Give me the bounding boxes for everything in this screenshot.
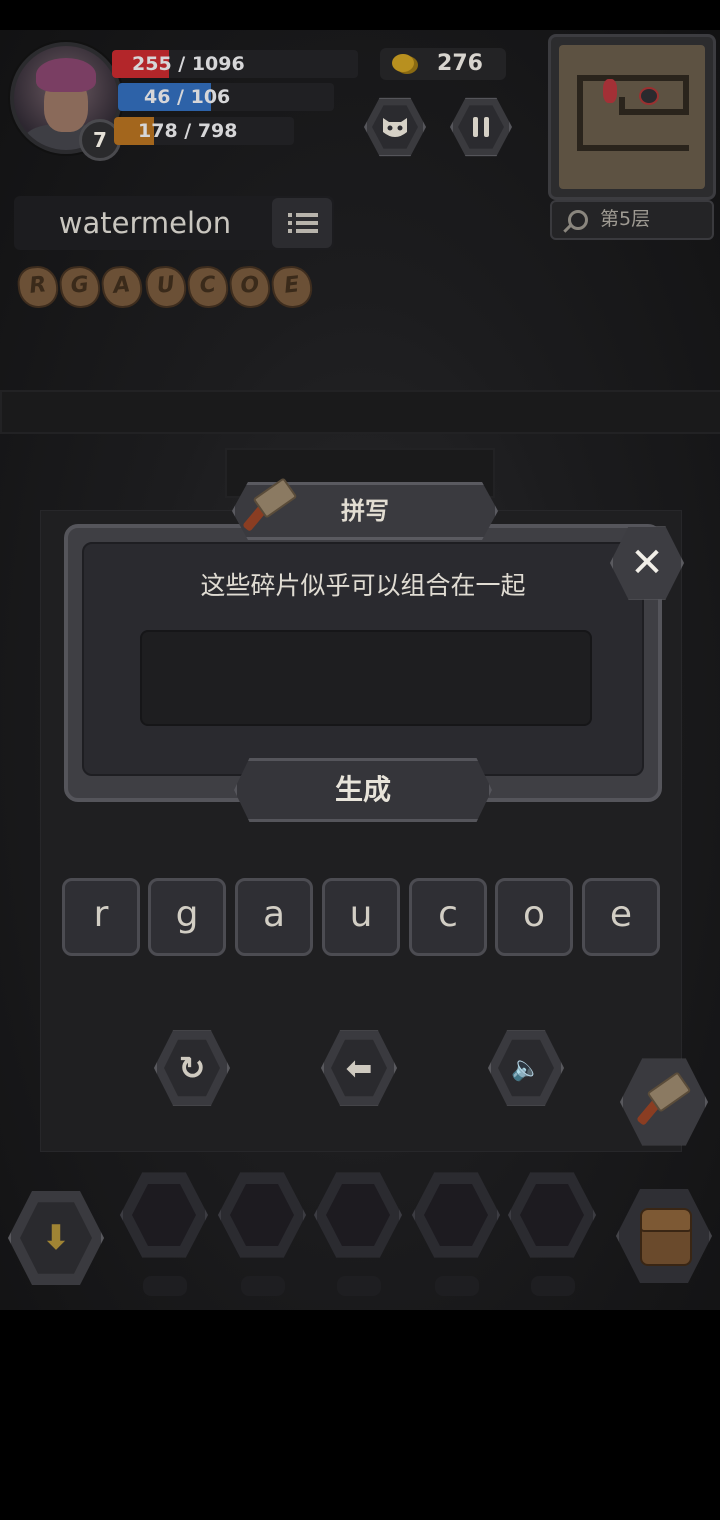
letter-shard: O bbox=[227, 264, 273, 310]
slot-tab bbox=[531, 1276, 575, 1296]
letter-tile-g[interactable]: g bbox=[148, 878, 226, 956]
letter-tile-r[interactable]: r bbox=[62, 878, 140, 956]
gold-value: 276 bbox=[437, 51, 483, 76]
pause-button[interactable] bbox=[450, 96, 512, 158]
mp-value: 46 / 106 bbox=[144, 86, 231, 108]
minimap-wall bbox=[577, 145, 689, 151]
minimap[interactable] bbox=[548, 34, 716, 200]
target-word: watermelon bbox=[58, 206, 232, 240]
inventory-button[interactable] bbox=[616, 1186, 712, 1286]
dungeon-wall bbox=[0, 390, 720, 434]
letter-tile-u[interactable]: u bbox=[322, 878, 400, 956]
spelling-input[interactable] bbox=[140, 630, 592, 726]
minimap-wall bbox=[577, 75, 583, 151]
pet-face-icon bbox=[383, 118, 407, 137]
arrow-down-icon: ⬇ bbox=[41, 1218, 71, 1258]
letter-shard: R bbox=[15, 264, 61, 310]
letter-shard: C bbox=[185, 264, 231, 310]
slot-tab bbox=[143, 1276, 187, 1296]
minimap-enemy-marker bbox=[639, 87, 659, 105]
xp-bar: 178 / 798 bbox=[114, 117, 294, 145]
gold-counter: 276 bbox=[380, 48, 506, 80]
hp-value: 255 / 1096 bbox=[132, 53, 245, 75]
hammer-icon bbox=[242, 477, 298, 532]
slot-tab bbox=[435, 1276, 479, 1296]
descend-button[interactable]: ⬇ bbox=[8, 1188, 104, 1288]
letter-shard: E bbox=[269, 264, 315, 310]
status-bar bbox=[0, 0, 720, 30]
slot-tab bbox=[241, 1276, 285, 1296]
minimap-player-marker bbox=[603, 79, 617, 103]
portrait-hair bbox=[36, 58, 96, 92]
minimap-view bbox=[559, 45, 705, 189]
gold-coin-icon bbox=[392, 54, 414, 72]
floor-indicator[interactable]: 第5层 bbox=[550, 200, 714, 240]
close-button[interactable]: ✕ bbox=[610, 524, 684, 602]
minimap-wall bbox=[619, 109, 689, 115]
hammer-icon bbox=[636, 1071, 692, 1126]
generate-button[interactable]: 生成 bbox=[234, 758, 492, 822]
search-icon bbox=[568, 210, 588, 230]
pause-icon bbox=[473, 117, 489, 137]
item-slot-4[interactable] bbox=[412, 1170, 500, 1260]
letter-tile-o[interactable]: o bbox=[495, 878, 573, 956]
minimap-wall bbox=[577, 75, 689, 81]
reset-button[interactable]: ↻ bbox=[154, 1028, 230, 1108]
dialog-message: 这些碎片似乎可以组合在一起 bbox=[200, 571, 526, 600]
floor-label: 第5层 bbox=[600, 208, 651, 230]
item-slot-1[interactable] bbox=[120, 1170, 208, 1260]
item-slot-3[interactable] bbox=[314, 1170, 402, 1260]
letter-shard: U bbox=[143, 264, 189, 310]
word-list-button[interactable] bbox=[272, 198, 332, 248]
craft-button[interactable] bbox=[620, 1056, 708, 1148]
arrow-left-icon: ⬅ bbox=[345, 1049, 373, 1087]
minimap-wall bbox=[619, 97, 625, 115]
hp-bar: 255 / 1096 bbox=[112, 50, 358, 78]
letter-tile-e[interactable]: e bbox=[582, 878, 660, 956]
list-icon bbox=[288, 213, 318, 233]
slot-tab bbox=[337, 1276, 381, 1296]
sound-button[interactable]: 🔈 bbox=[488, 1028, 564, 1108]
letter-tile-a[interactable]: a bbox=[235, 878, 313, 956]
game-screen: 7 255 / 1096 46 / 106 178 / 798 276 第5层 … bbox=[0, 30, 720, 1310]
generate-label: 生成 bbox=[334, 773, 391, 806]
letter-tile-c[interactable]: c bbox=[409, 878, 487, 956]
navigation-area bbox=[0, 1310, 720, 1520]
mp-bar: 46 / 106 bbox=[118, 83, 334, 111]
letter-shard: A bbox=[99, 264, 145, 310]
speaker-icon: 🔈 bbox=[511, 1054, 541, 1082]
item-slot-2[interactable] bbox=[218, 1170, 306, 1260]
xp-value: 178 / 798 bbox=[138, 120, 238, 142]
letter-shard: G bbox=[57, 264, 103, 310]
reset-icon: ↻ bbox=[178, 1049, 206, 1087]
backpack-flap bbox=[640, 1208, 692, 1232]
backspace-button[interactable]: ⬅ bbox=[321, 1028, 397, 1108]
close-icon: ✕ bbox=[630, 540, 664, 586]
dialog-panel: 这些碎片似乎可以组合在一起 bbox=[82, 542, 644, 776]
item-slot-5[interactable] bbox=[508, 1170, 596, 1260]
pet-button[interactable] bbox=[364, 96, 426, 158]
